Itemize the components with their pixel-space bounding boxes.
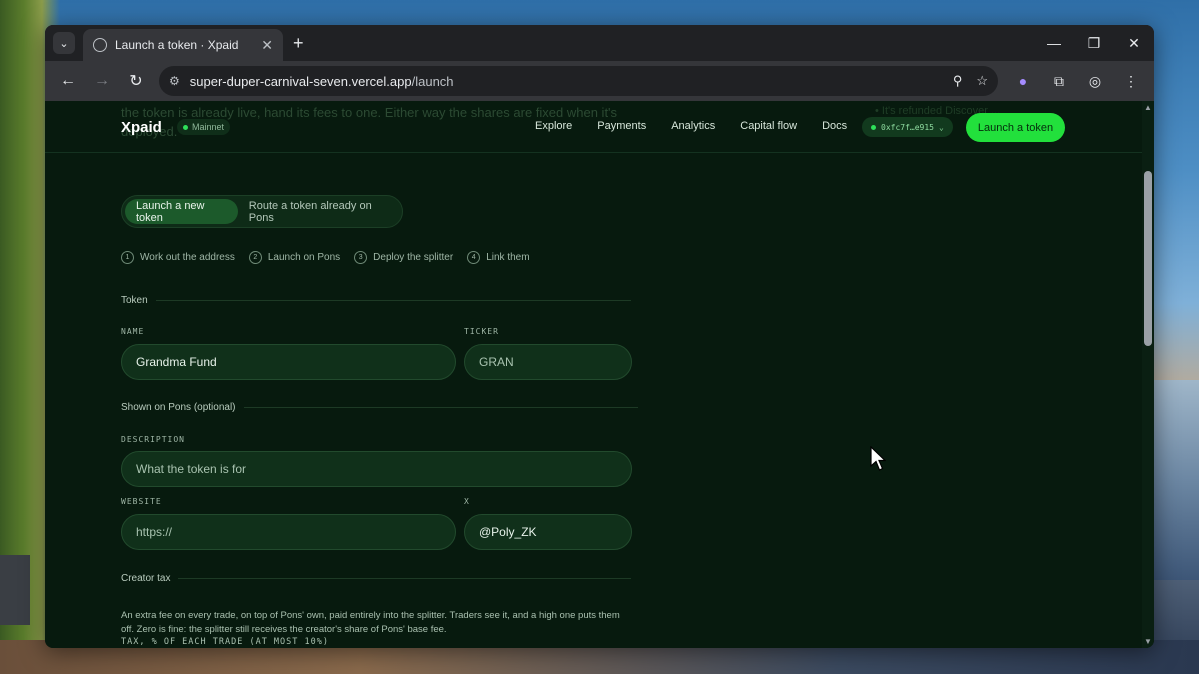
nav-payments[interactable]: Payments: [597, 120, 646, 132]
scroll-down-icon[interactable]: ▼: [1144, 637, 1152, 646]
extension-icons: ● ⧉ ◎ ⋮: [1008, 66, 1146, 96]
omnibox-actions: ⚲ ☆: [953, 73, 988, 89]
restore-icon[interactable]: ❐: [1074, 25, 1114, 61]
wallet-address: 0xfc7f…e915: [881, 122, 934, 132]
tab-bar: ⌄ Launch a token · Xpaid ✕ + — ❐ ✕: [45, 25, 1154, 61]
menu-kebab-icon[interactable]: ⋮: [1116, 66, 1146, 96]
shown-section-heading: Shown on Pons (optional): [121, 402, 638, 413]
window-controls: — ❐ ✕: [1034, 25, 1154, 61]
url-text: super-duper-carnival-seven.vercel.app/la…: [190, 74, 943, 89]
page-viewport: the token is already live, hand its fees…: [45, 101, 1154, 648]
site-header: Xpaid Mainnet Explore Payments Analytics…: [45, 101, 1142, 153]
bookmark-star-icon[interactable]: ☆: [976, 73, 988, 89]
section-title: Token: [121, 295, 148, 306]
ticker-label: TICKER: [464, 327, 499, 336]
step-1: 1 Work out the address: [121, 251, 235, 264]
step-number: 1: [121, 251, 134, 264]
nav-capital-flow[interactable]: Capital flow: [740, 120, 797, 132]
website-input[interactable]: https://: [121, 514, 456, 550]
nav-analytics[interactable]: Analytics: [671, 120, 715, 132]
globe-icon: [93, 38, 107, 52]
desktop-bench: [0, 555, 30, 625]
desktop-city: [1149, 380, 1199, 580]
forward-icon[interactable]: →: [87, 66, 117, 96]
site-settings-icon[interactable]: ⚙: [169, 74, 180, 88]
tab-search-icon[interactable]: ⌄: [53, 32, 75, 54]
scrollbar-thumb[interactable]: [1144, 171, 1152, 346]
step-2: 2 Launch on Pons: [248, 251, 341, 264]
website-label: WEBSITE: [121, 497, 162, 506]
tax-description: An extra fee on every trade, on top of P…: [121, 610, 620, 635]
wallet-button[interactable]: 0xfc7f…e915 ⌄: [862, 117, 953, 137]
zoom-icon[interactable]: ⚲: [953, 73, 963, 89]
launch-token-button[interactable]: Launch a token: [966, 113, 1065, 142]
description-input[interactable]: What the token is for: [121, 451, 632, 487]
tax-section-heading: Creator tax: [121, 573, 632, 584]
step-label: Work out the address: [140, 252, 235, 263]
scroll-up-icon[interactable]: ▲: [1144, 103, 1152, 112]
site-nav: Explore Payments Analytics Capital flow …: [535, 120, 872, 132]
name-input[interactable]: Grandma Fund: [121, 344, 456, 380]
back-icon[interactable]: ←: [53, 66, 83, 96]
step-number: 4: [467, 251, 481, 264]
x-handle-label: X: [464, 497, 470, 506]
profile-icon[interactable]: ◎: [1080, 66, 1110, 96]
step-label: Link them: [486, 252, 530, 263]
step-number: 3: [354, 251, 368, 264]
network-badge: Mainnet: [177, 119, 231, 135]
extensions-puzzle-icon[interactable]: ⧉: [1044, 66, 1074, 96]
x-handle-input[interactable]: @Poly_ZK: [464, 514, 632, 550]
step-4: 4 Link them: [467, 251, 530, 264]
section-divider: [178, 578, 632, 579]
reload-icon[interactable]: ↻: [121, 66, 151, 96]
step-label: Deploy the splitter: [373, 252, 454, 263]
nav-docs[interactable]: Docs: [822, 120, 847, 132]
description-label: DESCRIPTION: [121, 435, 185, 444]
step-indicator: 1 Work out the address 2 Launch on Pons 3D…: [121, 251, 530, 264]
url-path: /launch: [411, 73, 454, 89]
step-number: 2: [248, 251, 262, 264]
close-window-icon[interactable]: ✕: [1114, 25, 1154, 61]
ticker-input[interactable]: GRAN: [464, 344, 632, 380]
wallet-dot-icon: [871, 124, 876, 130]
section-title: Shown on Pons (optional): [121, 402, 236, 413]
browser-window: ⌄ Launch a token · Xpaid ✕ + — ❐ ✕ ← → ↻…: [45, 25, 1154, 648]
site-logo[interactable]: Xpaid: [121, 119, 162, 136]
tab-launch-token[interactable]: Launch a token · Xpaid ✕: [83, 29, 283, 61]
ai-assistant-icon[interactable]: ●: [1008, 66, 1038, 96]
chevron-down-icon: ⌄: [938, 122, 944, 132]
mouse-cursor-icon: [870, 446, 886, 471]
mode-toggle: Launch a new token Route a token already…: [121, 195, 403, 228]
section-divider: [155, 300, 631, 301]
page-scrollbar[interactable]: ▲ ▼: [1142, 101, 1154, 648]
network-label: Mainnet: [192, 122, 225, 132]
section-title: Creator tax: [121, 573, 171, 584]
url-host: super-duper-carnival-seven.vercel.app: [189, 73, 412, 89]
tax-field-label: TAX, % OF EACH TRADE (AT MOST 10%): [121, 637, 329, 647]
address-bar[interactable]: ⚙ super-duper-carnival-seven.vercel.app/…: [159, 66, 998, 96]
step-label: Launch on Pons: [267, 252, 341, 263]
tab-title: Launch a token · Xpaid: [115, 38, 239, 52]
browser-toolbar: ← → ↻ ⚙ super-duper-carnival-seven.verce…: [45, 61, 1154, 101]
status-dot-icon: [183, 124, 188, 130]
nav-explore[interactable]: Explore: [535, 120, 572, 132]
new-tab-icon[interactable]: +: [293, 33, 304, 54]
mode-route-token[interactable]: Route a token already on Pons: [238, 199, 399, 224]
mode-new-token[interactable]: Launch a new token: [125, 199, 238, 224]
step-3: 3 Deploy the splitter: [354, 251, 453, 264]
name-label: NAME: [121, 327, 145, 336]
token-section-heading: Token: [121, 295, 631, 306]
section-divider: [243, 407, 638, 408]
close-tab-icon[interactable]: ✕: [261, 37, 273, 54]
minimize-icon[interactable]: —: [1034, 25, 1074, 61]
